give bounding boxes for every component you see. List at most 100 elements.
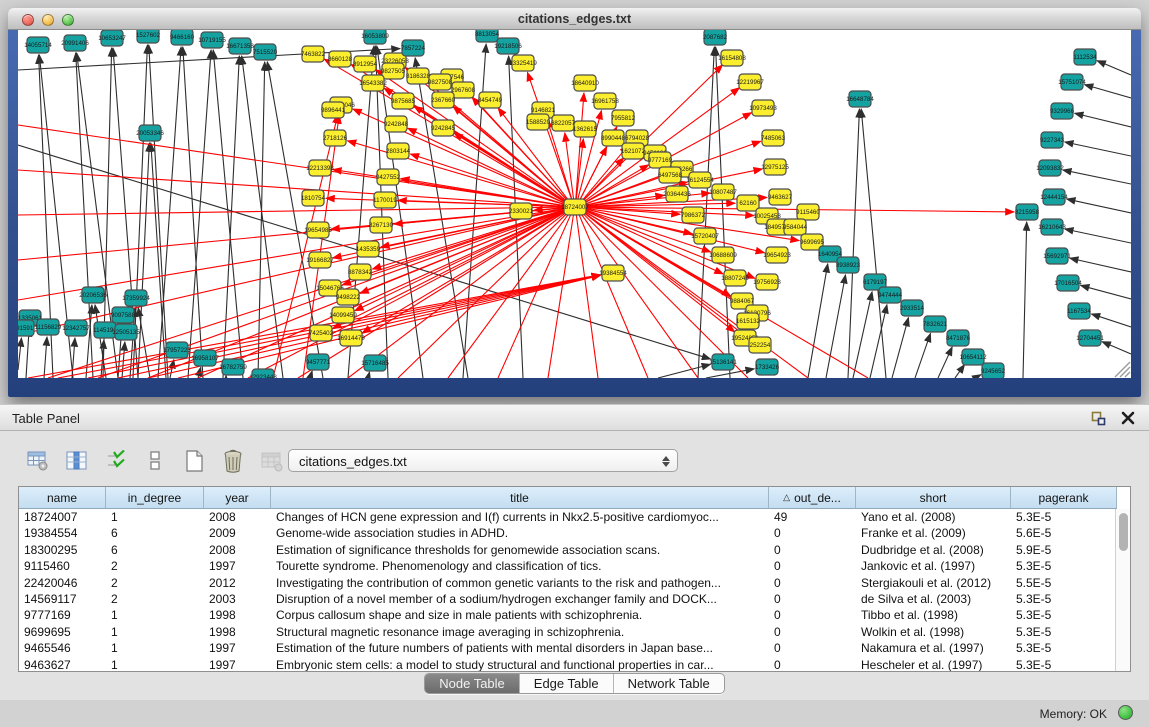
graph-node[interactable]: 9463627	[768, 189, 793, 205]
table-cell[interactable]: 1997	[204, 657, 271, 672]
table-cell[interactable]: 1997	[204, 640, 271, 656]
graph-node[interactable]: 2967608	[451, 82, 476, 98]
graph-node[interactable]: 1615132	[736, 313, 761, 329]
tab-node-table[interactable]: Node Table	[425, 674, 520, 693]
graph-node[interactable]: 9427552	[376, 169, 401, 185]
table-cell[interactable]: 9115460	[19, 558, 106, 574]
column-header-short[interactable]: short	[856, 487, 1011, 509]
graph-node[interactable]: 16154808	[718, 50, 746, 66]
table-cell[interactable]: 9699695	[19, 624, 106, 640]
citation-edge[interactable]	[310, 371, 312, 378]
graph-node[interactable]: 16053809	[361, 30, 389, 44]
citation-edge[interactable]	[853, 292, 872, 378]
graph-node[interactable]: 20206536	[79, 287, 107, 303]
table-cell[interactable]: 1997	[204, 558, 271, 574]
graph-node[interactable]: 10654112	[959, 349, 987, 365]
graph-node[interactable]: 20364436	[663, 186, 691, 202]
graph-node[interactable]: 19166827	[306, 252, 334, 268]
column-header-pagerank[interactable]: pagerank	[1011, 487, 1117, 509]
graph-node[interactable]: 15716485	[361, 355, 389, 371]
table-cell[interactable]: 0	[769, 624, 856, 640]
graph-node[interactable]: 9827508	[428, 74, 453, 90]
citation-edge[interactable]	[213, 50, 243, 378]
table-cell[interactable]: 0	[769, 607, 856, 623]
graph-node[interactable]: 16782759	[219, 359, 247, 375]
column-header-year[interactable]: year	[204, 487, 271, 509]
table-cell[interactable]: 2003	[204, 591, 271, 607]
citation-edge[interactable]	[576, 215, 598, 378]
table-cell[interactable]: Wolkin et al. (1998)	[856, 624, 1011, 640]
table-cell[interactable]: 2012	[204, 575, 271, 591]
graph-node[interactable]: 16958107	[191, 350, 219, 366]
table-cell[interactable]: 5.9E-5	[1011, 542, 1117, 558]
graph-node[interactable]: 16914479	[337, 330, 365, 346]
table-row[interactable]: 2242004622012Investigating the contribut…	[19, 575, 1130, 591]
citation-edge[interactable]	[410, 154, 565, 205]
table-cell[interactable]: 2008	[204, 542, 271, 558]
graph-node[interactable]: 10719155	[198, 32, 226, 48]
graph-node[interactable]: 16543382	[359, 75, 387, 91]
graph-node[interactable]: 18640910	[571, 75, 599, 91]
table-cell[interactable]: Stergiakouli et al. (2012)	[856, 575, 1011, 591]
vertical-scrollbar[interactable]	[1115, 509, 1130, 671]
graph-node[interactable]: 6497568	[658, 167, 683, 183]
graph-node[interactable]: 8813054	[475, 30, 500, 42]
citation-network-graph[interactable]: 1872400722420046989644198756859242848271…	[18, 30, 1131, 378]
graph-node[interactable]: 391591	[18, 320, 34, 336]
graph-node[interactable]: 2803144	[386, 143, 411, 159]
table-cell[interactable]: 5.3E-5	[1011, 624, 1117, 640]
table-cell[interactable]: 0	[769, 542, 856, 558]
table-cell[interactable]: Changes of HCN gene expression and I(f) …	[271, 509, 769, 525]
citation-edge[interactable]	[870, 305, 887, 378]
table-cell[interactable]: 5.6E-5	[1011, 525, 1117, 541]
table-row[interactable]: 1872400712008Changes of HCN gene express…	[19, 509, 1130, 525]
table-cell[interactable]: 0	[769, 657, 856, 672]
table-cell[interactable]: 1	[106, 624, 204, 640]
graph-node[interactable]: 10688609	[709, 247, 737, 263]
graph-node[interactable]: 17359924	[122, 290, 150, 306]
table-row[interactable]: 946554611997Estimation of the future num…	[19, 640, 1130, 656]
table-cell[interactable]: 5.5E-5	[1011, 575, 1117, 591]
window-titlebar[interactable]: citations_edges.txt	[8, 8, 1141, 30]
graph-node[interactable]: 8990448	[601, 130, 626, 146]
graph-node[interactable]: 1170019	[373, 192, 397, 208]
network-canvas[interactable]: 1872400722420046989644198756859242848271…	[18, 30, 1131, 378]
graph-node[interactable]: 1733426	[755, 359, 780, 375]
graph-node[interactable]: 19384554	[599, 265, 627, 281]
close-panel-icon[interactable]	[1119, 409, 1137, 427]
graph-node[interactable]: 9498222	[336, 289, 361, 305]
graph-node[interactable]: 19654923	[763, 247, 791, 263]
citation-edge[interactable]	[18, 338, 21, 370]
graph-node[interactable]: 8186328	[406, 68, 431, 84]
citation-edge[interactable]	[1065, 142, 1131, 156]
graph-node[interactable]: 10973493	[749, 100, 777, 116]
citation-edge[interactable]	[151, 143, 166, 378]
graph-node[interactable]: 15136141	[709, 354, 737, 370]
table-row[interactable]: 969969511998Structural magnetic resonanc…	[19, 624, 1130, 640]
graph-node[interactable]: 16671358	[226, 38, 254, 54]
table-cell[interactable]: Disruption of a novel member of a sodium…	[271, 591, 769, 607]
citation-edge[interactable]	[915, 333, 930, 378]
table-cell[interactable]: 9465546	[19, 640, 106, 656]
table-selector-dropdown[interactable]: citations_edges.txt	[288, 449, 678, 472]
citation-edge[interactable]	[955, 365, 965, 378]
graph-node[interactable]: 9474444	[878, 287, 903, 303]
graph-node[interactable]: 20053346	[136, 125, 164, 141]
delete-column-icon[interactable]	[219, 447, 247, 475]
graph-node[interactable]: 17016504	[1054, 275, 1082, 291]
citation-edge[interactable]	[18, 209, 565, 335]
graph-node[interactable]: 9466160	[170, 30, 195, 45]
graph-node[interactable]: 7485063	[761, 130, 786, 146]
table-cell[interactable]: 1	[106, 509, 204, 525]
select-rows-icon[interactable]	[102, 447, 130, 475]
graph-node[interactable]: 9329966	[1050, 103, 1075, 119]
table-cell[interactable]: 6	[106, 542, 204, 558]
table-cell[interactable]: 1998	[204, 607, 271, 623]
citation-edge[interactable]	[1063, 170, 1131, 184]
graph-node[interactable]: 20991406	[61, 35, 89, 51]
graph-node[interactable]: 10807487	[709, 184, 737, 200]
graph-node[interactable]: 8215958	[1015, 204, 1040, 220]
graph-node[interactable]: 2087682	[703, 30, 728, 45]
graph-node[interactable]: 7425402	[309, 325, 334, 341]
citation-edge[interactable]	[808, 264, 828, 378]
